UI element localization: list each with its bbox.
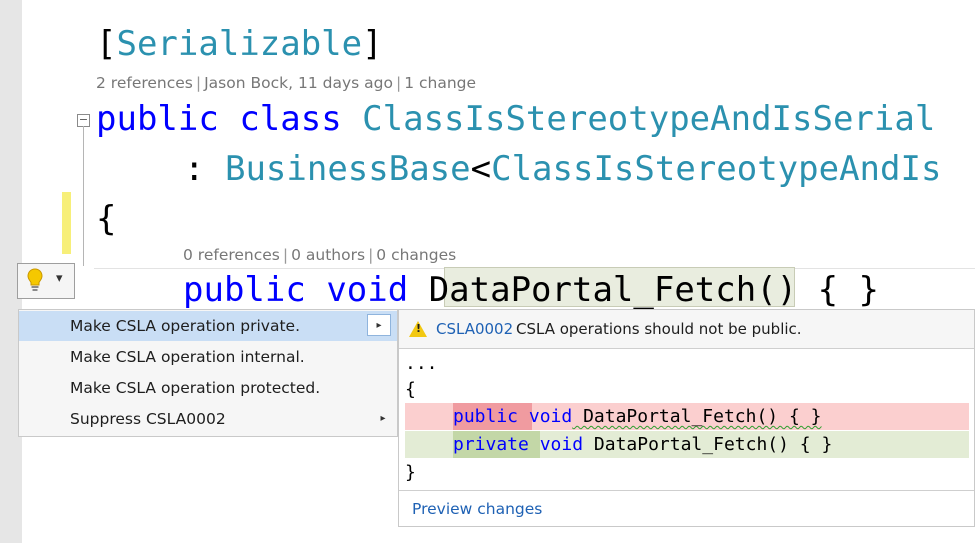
class-declaration: public class ClassIsStereotypeAndIsSeria… <box>96 99 935 139</box>
diagnostic-message: CSLA operations should not be public. <box>516 320 802 338</box>
lightbulb-icon <box>27 268 43 298</box>
method-rest: () { } <box>756 270 880 310</box>
menu-item-make-protected[interactable]: Make CSLA operation protected. <box>19 373 397 403</box>
added-rest: DataPortal_Fetch() { } <box>583 434 833 455</box>
diff-close-brace: } <box>405 462 416 483</box>
colon: : <box>184 149 205 189</box>
preview-pane: CSLA0002 CSLA operations should not be p… <box>398 309 975 527</box>
outline-guide <box>83 126 84 266</box>
menu-item-label: Suppress CSLA0002 <box>70 410 226 428</box>
menu-item-label: Make CSLA operation internal. <box>70 348 305 366</box>
attribute-line: [Serializable] <box>96 24 383 64</box>
codelens-author[interactable]: Jason Bock, 11 days ago <box>204 74 393 92</box>
menu-item-label: Make CSLA operation private. <box>70 317 301 335</box>
class-codelens: 2 references | Jason Bock, 11 days ago | 1 c… <box>96 74 476 92</box>
removed-keyword-void: void <box>528 406 573 427</box>
bracket-close: ] <box>362 24 383 64</box>
method-declaration[interactable]: public void DataPortal_Fetch() { } <box>183 270 879 310</box>
preview-footer: Preview changes <box>399 490 974 527</box>
base-class-line: : BusinessBase<ClassIsStereotypeAndIs <box>184 149 941 189</box>
chevron-down-icon[interactable]: ▾ <box>56 271 63 286</box>
method-codelens: 0 references | 0 authors | 0 changes <box>183 246 456 264</box>
diff-added-text: private void DataPortal_Fetch() { } <box>453 431 832 458</box>
attribute-name: Serializable <box>116 24 363 64</box>
generic-type: ClassIsStereotypeAndIs <box>491 149 942 189</box>
codelens-references[interactable]: 0 references <box>183 246 280 264</box>
menu-item-make-private[interactable]: Make CSLA operation private. ▸ <box>19 311 397 341</box>
menu-item-make-internal[interactable]: Make CSLA operation internal. <box>19 342 397 372</box>
codelens-separator: | <box>282 246 289 264</box>
added-keyword: private <box>453 434 529 455</box>
keyword-public: public <box>96 99 219 139</box>
diagnostic-header: CSLA0002 CSLA operations should not be p… <box>399 310 974 349</box>
base-type: BusinessBase <box>224 149 471 189</box>
method-name[interactable]: DataPortal_Fetch <box>429 270 757 310</box>
keyword-public: public <box>183 270 306 310</box>
codelens-references[interactable]: 2 references <box>96 74 193 92</box>
bracket-open: [ <box>96 24 117 64</box>
codelens-changes[interactable]: 1 change <box>404 74 476 92</box>
open-brace: { <box>96 199 117 239</box>
warning-icon <box>409 321 427 337</box>
preview-changes-link[interactable]: Preview changes <box>412 491 542 527</box>
change-indicator <box>62 192 71 254</box>
menu-item-suppress[interactable]: Suppress CSLA0002 ▸ <box>19 404 397 434</box>
diagnostic-code-link[interactable]: CSLA0002 <box>436 310 513 348</box>
submenu-arrow-icon[interactable]: ▸ <box>367 314 391 336</box>
diff-ellipsis: ... <box>405 353 438 374</box>
submenu-arrow-icon[interactable]: ▸ <box>371 404 395 434</box>
diff-open-brace: { <box>405 379 416 400</box>
generic-open: < <box>470 149 492 189</box>
class-name: ClassIsStereotypeAndIsSerial <box>362 99 936 139</box>
diff-preview: ... { public void DataPortal_Fetch() { }… <box>399 349 974 490</box>
codelens-separator: | <box>395 74 402 92</box>
codelens-authors[interactable]: 0 authors <box>291 246 365 264</box>
added-keyword-void: void <box>539 434 584 455</box>
lightbulb-button[interactable]: ▾ <box>17 263 75 299</box>
codelens-separator: | <box>368 246 374 264</box>
codelens-changes[interactable]: 0 changes <box>376 246 456 264</box>
quick-actions-menu: Make CSLA operation private. ▸ Make CSLA… <box>18 309 398 437</box>
codelens-separator: | <box>195 74 202 92</box>
removed-rest: DataPortal_Fetch() { } <box>572 406 822 427</box>
menu-item-label: Make CSLA operation protected. <box>70 379 321 397</box>
diff-removed-text: public void DataPortal_Fetch() { } <box>453 403 821 430</box>
removed-keyword: public <box>453 406 519 427</box>
keyword-class: class <box>239 99 342 139</box>
keyword-void: void <box>326 270 409 310</box>
